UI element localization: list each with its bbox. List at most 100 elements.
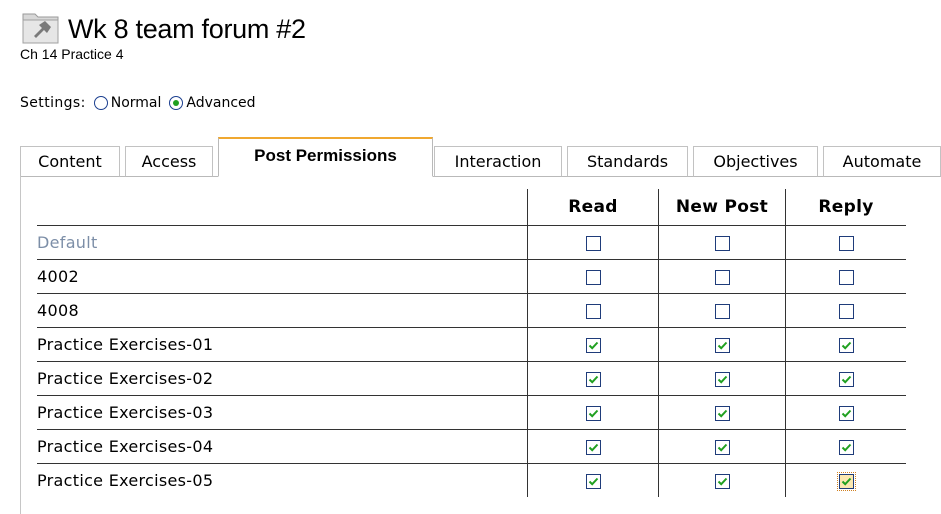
- check-mark-icon: [588, 409, 598, 418]
- radio-normal-label: Normal: [110, 95, 162, 111]
- permission-cell-new-post: [658, 259, 786, 294]
- post-permissions-panel: Read New Post Reply Default 4002 4008 Pract…: [20, 176, 941, 514]
- permission-cell-read: [527, 259, 659, 294]
- permission-cell-reply: [785, 429, 906, 464]
- group-name: Default: [37, 225, 528, 260]
- radio-normal[interactable]: Normal: [93, 95, 162, 111]
- checkbox-read[interactable]: [585, 338, 601, 353]
- tab-standards[interactable]: Standards: [567, 146, 688, 177]
- checkbox-reply[interactable]: [838, 304, 854, 319]
- permission-cell-read: [527, 429, 659, 464]
- check-mark-icon: [841, 477, 851, 486]
- permission-cell-reply: [785, 259, 906, 294]
- permission-cell-read: [527, 293, 659, 328]
- permissions-table: Read New Post Reply Default 4002 4008 Pract…: [37, 189, 906, 497]
- check-mark-icon: [841, 443, 851, 452]
- check-mark-icon: [717, 477, 727, 486]
- permission-cell-reply: [785, 293, 906, 328]
- permissions-table-body: Default 4002 4008 Practice Exercises-01 Prac…: [37, 225, 906, 497]
- check-mark-icon: [588, 477, 598, 486]
- group-name: Practice Exercises-04: [37, 429, 528, 464]
- checkbox-read[interactable]: [585, 236, 601, 251]
- permission-cell-new-post: [658, 327, 786, 362]
- permission-cell-reply: [785, 361, 906, 396]
- radio-normal-dot[interactable]: [93, 96, 108, 110]
- permission-cell-new-post: [658, 395, 786, 430]
- table-row: Default: [37, 225, 906, 260]
- radio-advanced[interactable]: Advanced: [169, 95, 256, 111]
- column-header-read: Read: [527, 189, 659, 226]
- check-mark-icon: [588, 341, 598, 350]
- permission-cell-new-post: [658, 463, 786, 497]
- page-header: Wk 8 team forum #2 Ch 14 Practice 4: [20, 6, 306, 62]
- checkbox-new-post[interactable]: [714, 270, 730, 285]
- checkbox-reply[interactable]: [838, 270, 854, 285]
- check-mark-icon: [841, 341, 851, 350]
- permission-cell-read: [527, 327, 659, 362]
- permission-cell-reply: [785, 225, 906, 260]
- tab-objectives[interactable]: Objectives: [693, 146, 818, 177]
- checkbox-read[interactable]: [585, 440, 601, 455]
- checkbox-new-post[interactable]: [714, 338, 730, 353]
- permission-cell-new-post: [658, 429, 786, 464]
- check-mark-icon: [717, 375, 727, 384]
- title-row: Wk 8 team forum #2: [20, 6, 306, 48]
- checkbox-new-post[interactable]: [714, 304, 730, 319]
- group-name: Practice Exercises-01: [37, 327, 528, 362]
- tab-automate[interactable]: Automate: [823, 146, 941, 177]
- page-subtitle: Ch 14 Practice 4: [20, 46, 124, 62]
- tab-post-permissions[interactable]: Post Permissions: [218, 137, 433, 177]
- checkbox-new-post[interactable]: [714, 406, 730, 421]
- checkbox-reply[interactable]: [836, 472, 856, 491]
- checkbox-new-post[interactable]: [714, 440, 730, 455]
- column-header-new-post: New Post: [658, 189, 786, 226]
- permission-cell-new-post: [658, 361, 786, 396]
- group-name: Practice Exercises-05: [37, 463, 528, 497]
- check-mark-icon: [841, 375, 851, 384]
- checkbox-new-post[interactable]: [714, 372, 730, 387]
- checkbox-read[interactable]: [585, 474, 601, 489]
- checkbox-read[interactable]: [585, 372, 601, 387]
- table-row: Practice Exercises-02: [37, 361, 906, 396]
- radio-advanced-dot[interactable]: [169, 96, 184, 110]
- checkbox-reply[interactable]: [838, 440, 854, 455]
- permission-cell-reply: [785, 395, 906, 430]
- checkbox-reply[interactable]: [838, 372, 854, 387]
- check-mark-icon: [717, 341, 727, 350]
- permission-cell-new-post: [658, 225, 786, 260]
- settings-label: Settings:: [20, 95, 86, 111]
- checkbox-read[interactable]: [585, 406, 601, 421]
- check-mark-icon: [717, 443, 727, 452]
- group-name: 4008: [37, 293, 528, 328]
- permission-cell-read: [527, 225, 659, 260]
- group-name: Practice Exercises-02: [37, 361, 528, 396]
- check-mark-icon: [717, 409, 727, 418]
- table-row: Practice Exercises-03: [37, 395, 906, 430]
- checkbox-reply[interactable]: [838, 338, 854, 353]
- checkbox-reply[interactable]: [838, 406, 854, 421]
- permission-cell-reply: [785, 463, 906, 497]
- column-header-reply: Reply: [785, 189, 906, 226]
- check-mark-icon: [588, 443, 598, 452]
- tab-access[interactable]: Access: [125, 146, 213, 177]
- check-mark-icon: [588, 375, 598, 384]
- checkbox-read[interactable]: [585, 304, 601, 319]
- table-row: Practice Exercises-05: [37, 463, 906, 497]
- tab-content[interactable]: Content: [20, 146, 120, 177]
- check-mark-icon: [841, 409, 851, 418]
- checkbox-new-post[interactable]: [714, 236, 730, 251]
- table-row: Practice Exercises-04: [37, 429, 906, 464]
- permission-cell-new-post: [658, 293, 786, 328]
- checkbox-read[interactable]: [585, 270, 601, 285]
- group-name: Practice Exercises-03: [37, 395, 528, 430]
- permission-cell-read: [527, 463, 659, 497]
- radio-advanced-label: Advanced: [186, 95, 256, 111]
- table-row: 4002: [37, 259, 906, 294]
- name-column-header: [37, 189, 528, 226]
- tab-interaction[interactable]: Interaction: [434, 146, 562, 177]
- permission-cell-reply: [785, 327, 906, 362]
- checkbox-new-post[interactable]: [714, 474, 730, 489]
- permission-cell-read: [527, 361, 659, 396]
- checkbox-reply[interactable]: [838, 236, 854, 251]
- group-name: 4002: [37, 259, 528, 294]
